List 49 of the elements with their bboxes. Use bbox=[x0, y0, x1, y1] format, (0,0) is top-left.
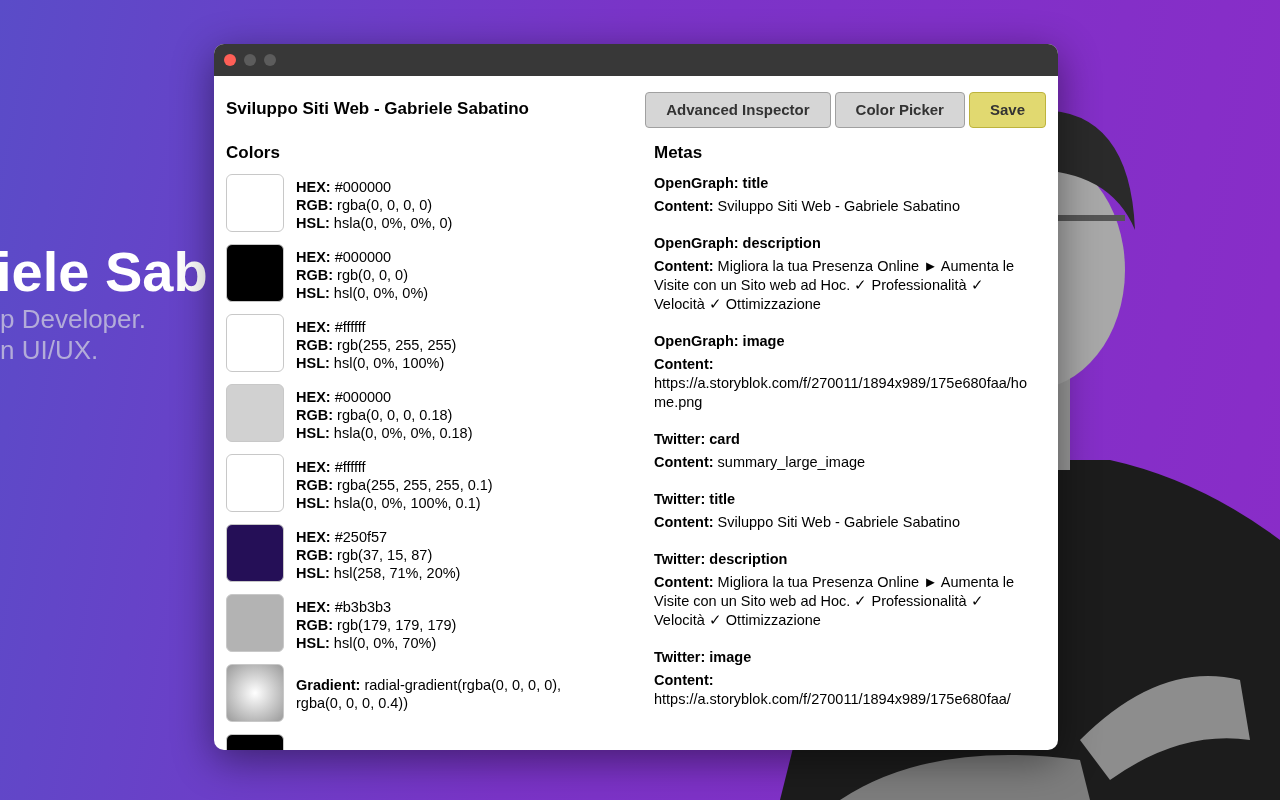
color-value: RGB: rgb(179, 179, 179) bbox=[296, 616, 457, 634]
meta-name: OpenGraph: description bbox=[654, 234, 822, 252]
color-value: HEX: #ffffff bbox=[296, 318, 367, 336]
color-value: HSL: hsla(0, 0%, 0%, 0.18) bbox=[296, 424, 473, 442]
color-value: HEX: #b3b3b3 bbox=[296, 598, 393, 616]
hero-tagline: p Developer. bbox=[0, 304, 146, 335]
color-value: RGB: rgb(0, 0, 0) bbox=[296, 266, 409, 284]
window-title: Sviluppo Siti Web - Gabriele Sabatino bbox=[226, 100, 529, 118]
color-value: HEX: #250f57 bbox=[296, 528, 389, 546]
save-button[interactable]: Save bbox=[968, 92, 1046, 128]
color-value: HSL: hsla(0, 0%, 100%, 0.1) bbox=[296, 494, 482, 512]
meta-content: Content: Sviluppo Siti Web - Gabriele Sabatino bbox=[654, 513, 961, 532]
hero-name: iele Sab bbox=[0, 240, 208, 304]
color-value: HSL: hsl(258, 71%, 20%) bbox=[296, 564, 461, 582]
section-heading: Colors bbox=[226, 144, 281, 162]
meta-content: Content: Migliora la tua Presenza Online ► Aumenta le Visite con un Sito web ad Hoc. ✓ Professionalità ✓ Velocità ✓ Ottimizzazione bbox=[654, 573, 1016, 630]
color-value: HSL: hsl(0, 0%, 70%) bbox=[296, 634, 438, 652]
meta-name: Twitter: card bbox=[654, 430, 741, 448]
color-value: RGB: rgb(255, 255, 255) bbox=[296, 336, 457, 354]
color-value: RGB: rgba(255, 255, 255, 0.1) bbox=[296, 476, 493, 494]
section-heading: Metas bbox=[654, 144, 704, 162]
meta-content: Content: https://a.storyblok.com/f/270011/1894x989/175e680faa/home.png bbox=[654, 355, 1028, 412]
color-value: HEX: #000000 bbox=[296, 388, 393, 406]
meta-content: Content: Sviluppo Siti Web - Gabriele Sabatino bbox=[654, 197, 961, 216]
meta-name: OpenGraph: title bbox=[654, 174, 770, 192]
color-value: RGB: rgba(0, 0, 0, 0) bbox=[296, 196, 434, 214]
close-icon[interactable] bbox=[224, 54, 236, 66]
color-value: HEX: #ffffff bbox=[296, 458, 367, 476]
meta-name: Twitter: image bbox=[654, 648, 753, 666]
zoom-icon[interactable] bbox=[264, 54, 276, 66]
color-value: RGB: rgba(0, 0, 0, 0.18) bbox=[296, 406, 454, 424]
minimize-icon[interactable] bbox=[244, 54, 256, 66]
meta-name: OpenGraph: image bbox=[654, 332, 786, 350]
color-value: Gradient: radial-gradient(rgba(0, 0, 0, 0), rgba(0, 0, 0, 0.4)) bbox=[296, 676, 563, 712]
meta-content: Content: summary_large_image bbox=[654, 453, 867, 472]
meta-content: Content: https://a.storyblok.com/f/270011/1894x989/175e680faa/ bbox=[654, 671, 1012, 709]
color-value: HSL: hsl(0, 0%, 0%) bbox=[296, 284, 429, 302]
toolbar-button[interactable]: Color Picker bbox=[834, 92, 965, 128]
toolbar-button[interactable]: Advanced Inspector bbox=[645, 92, 831, 128]
color-value: HEX: #000000 bbox=[296, 248, 393, 266]
color-value: RGB: rgb(37, 15, 87) bbox=[296, 546, 434, 564]
color-value: HSL: hsl(0, 0%, 100%) bbox=[296, 354, 446, 372]
meta-name: Twitter: description bbox=[654, 550, 789, 568]
hero-tagline: n UI/UX. bbox=[0, 335, 99, 366]
color-value: HEX: #000000 bbox=[296, 178, 393, 196]
color-swatch bbox=[226, 664, 284, 722]
meta-name: Twitter: title bbox=[654, 490, 737, 508]
color-value: HSL: hsla(0, 0%, 0%, 0) bbox=[296, 214, 453, 232]
meta-content: Content: Migliora la tua Presenza Online ► Aumenta le Visite con un Sito web ad Hoc. ✓ Professionalità ✓ Velocità ✓ Ottimizzazione bbox=[654, 257, 1016, 314]
